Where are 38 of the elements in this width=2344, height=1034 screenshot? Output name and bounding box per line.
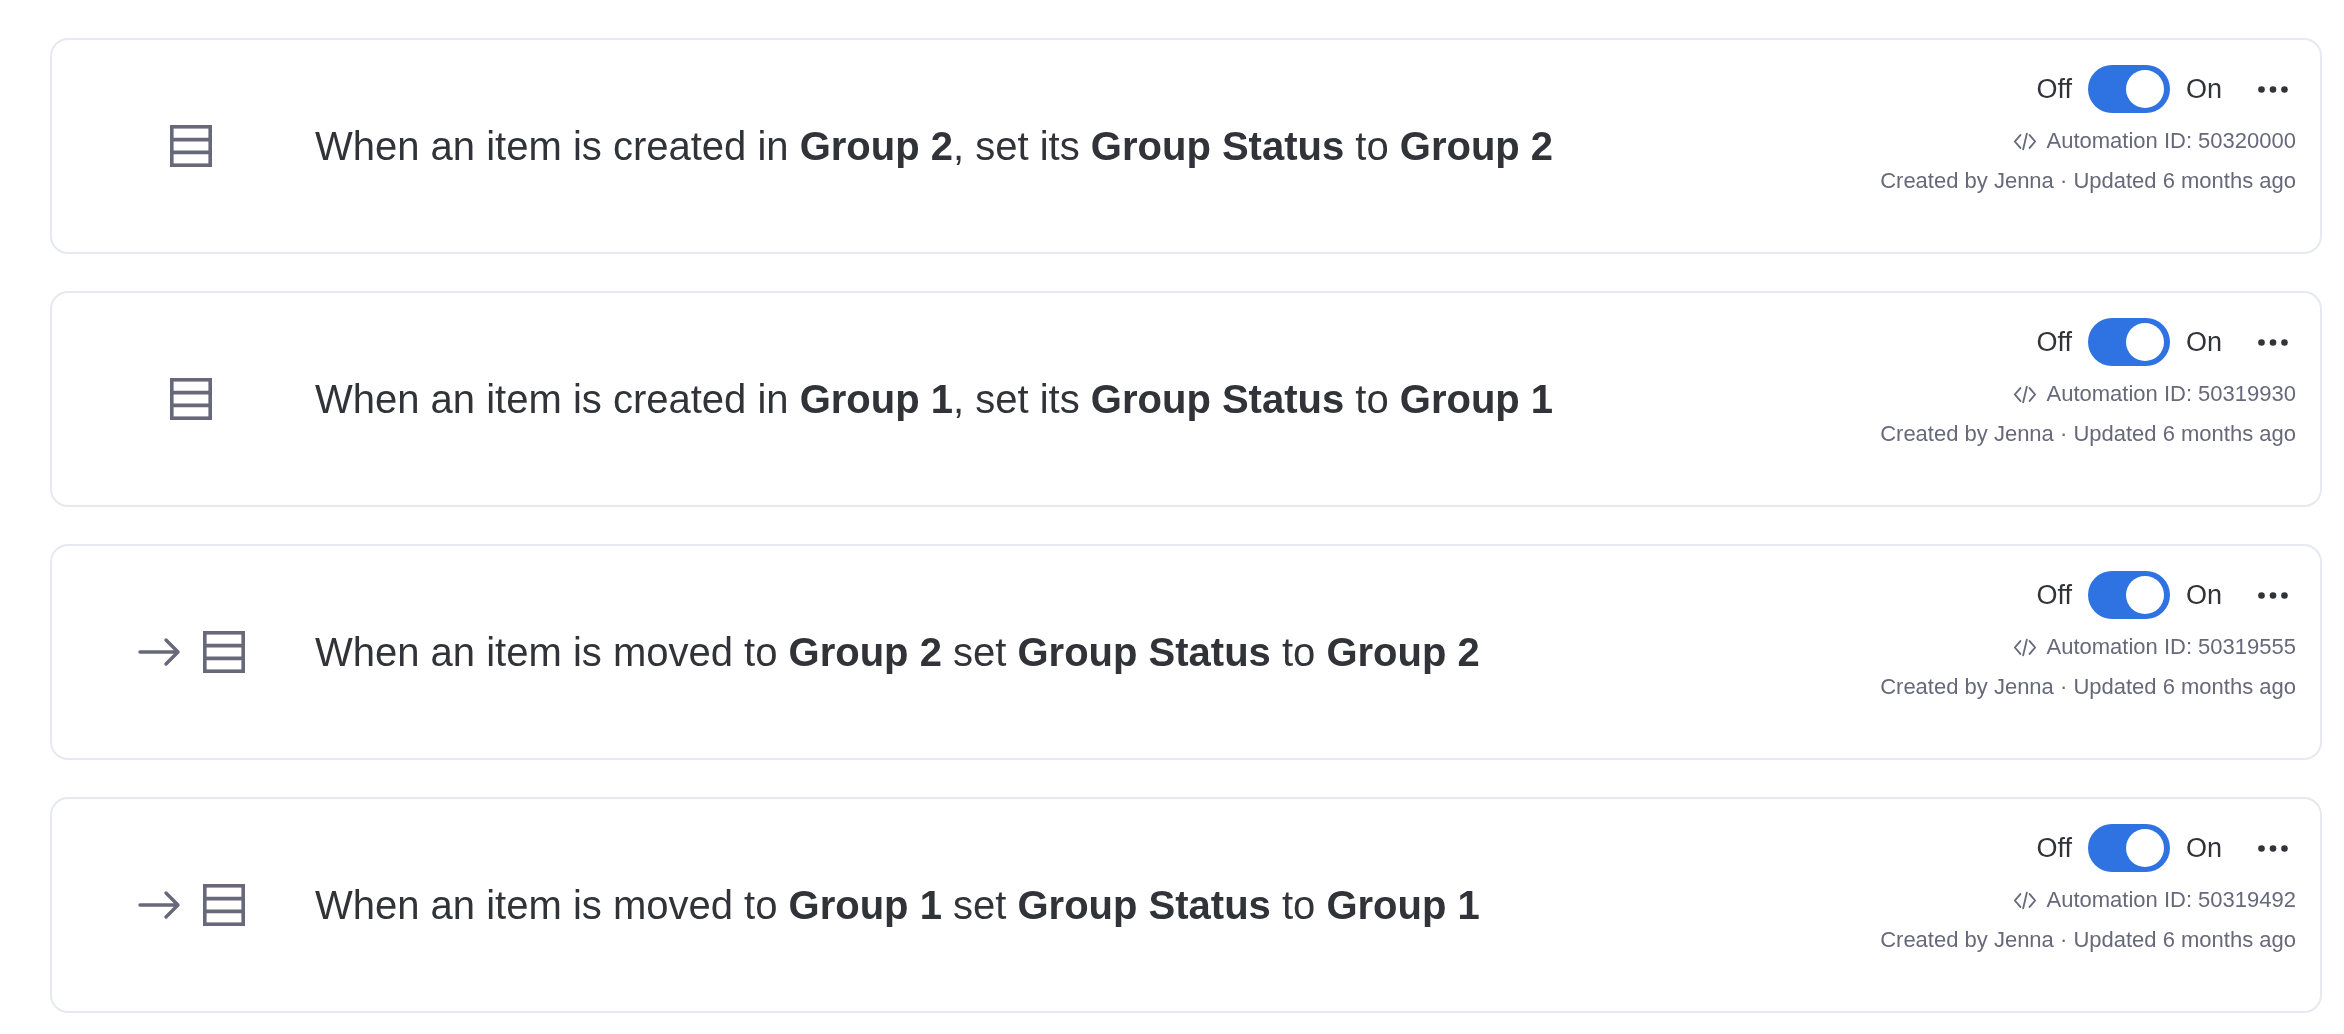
- off-label: Off: [2036, 73, 2072, 105]
- table-icon: [170, 378, 212, 420]
- code-icon: [2013, 384, 2038, 404]
- table-icon: [170, 125, 212, 167]
- more-icon: [2258, 338, 2288, 346]
- table-icon: [202, 884, 245, 926]
- code-icon: [2013, 131, 2038, 151]
- created-updated-info: Created by Jenna · Updated 6 months ago: [1880, 167, 2296, 195]
- automation-id: Automation ID: 50319492: [2046, 887, 2296, 913]
- off-label: Off: [2036, 579, 2072, 611]
- automation-description: When an item is moved to Group 1 set Group Status to Group 1: [315, 882, 1480, 928]
- on-label: On: [2185, 579, 2222, 611]
- more-icon: [2258, 85, 2288, 93]
- toggle-switch[interactable]: [2087, 65, 2170, 113]
- automation-id: Automation ID: 50319555: [2046, 634, 2296, 660]
- on-label: On: [2185, 326, 2222, 358]
- more-icon: [2258, 591, 2288, 599]
- created-updated-info: Created by Jenna · Updated 6 months ago: [1880, 926, 2296, 954]
- toggle-switch[interactable]: [2087, 571, 2170, 619]
- off-label: Off: [2036, 832, 2072, 864]
- code-icon: [2013, 637, 2038, 657]
- toggle-switch[interactable]: [2087, 318, 2170, 366]
- on-label: On: [2185, 832, 2222, 864]
- on-label: On: [2185, 73, 2222, 105]
- off-label: Off: [2036, 326, 2072, 358]
- automation-id: Automation ID: 50319930: [2046, 381, 2296, 407]
- automation-description: When an item is created in Group 1, set its Group Status to Group 1: [315, 376, 1554, 422]
- more-icon: [2258, 844, 2288, 852]
- arrow-right-icon: [137, 637, 182, 667]
- automation-id: Automation ID: 50320000: [2046, 128, 2296, 154]
- automation-description: When an item is moved to Group 2 set Group Status to Group 2: [315, 629, 1480, 675]
- created-updated-info: Created by Jenna · Updated 6 months ago: [1880, 673, 2296, 701]
- code-icon: [2013, 890, 2038, 910]
- automation-description: When an item is created in Group 2, set its Group Status to Group 2: [315, 123, 1554, 169]
- arrow-right-icon: [137, 890, 182, 920]
- toggle-switch[interactable]: [2087, 824, 2170, 872]
- created-updated-info: Created by Jenna · Updated 6 months ago: [1880, 420, 2296, 448]
- table-icon: [202, 631, 245, 673]
